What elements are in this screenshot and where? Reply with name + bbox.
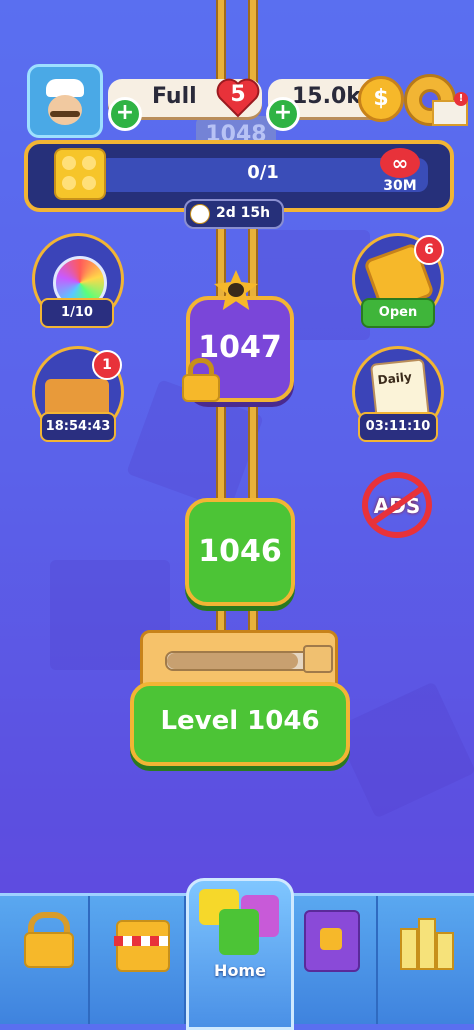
mail-alert-icon: !	[454, 92, 468, 106]
potion-event-label: 1/10	[40, 298, 114, 328]
level-node-current-number: 1046	[198, 534, 282, 569]
clock-icon	[190, 204, 210, 224]
nav-home-tab[interactable]: Home	[186, 878, 294, 1030]
building-blocks-icon	[400, 918, 454, 970]
coins-amount: 15.0k	[292, 84, 361, 109]
avatar[interactable]	[27, 64, 103, 138]
lives-label: Full	[152, 84, 197, 109]
event-timer: 2d 15h	[184, 199, 284, 229]
castle-event-badge: 1	[92, 350, 122, 380]
mail-envelope-icon[interactable]: !	[432, 92, 468, 126]
background-brick-shape	[334, 681, 474, 819]
yellow-brick-icon	[54, 148, 106, 200]
brick-box-open-label[interactable]: Open	[361, 298, 435, 328]
event-reward-label: 30M	[383, 178, 417, 194]
add-lives-button[interactable]: +	[108, 97, 142, 131]
daily-timer: 03:11:10	[358, 412, 438, 442]
event-timer-text: 2d 15h	[216, 205, 271, 221]
coin-icon: $	[358, 76, 404, 122]
nav-build-tab[interactable]	[378, 896, 474, 1024]
daily-title: Daily	[377, 369, 413, 388]
chef-face-icon	[48, 95, 82, 125]
collection-book-icon	[304, 910, 360, 972]
castle-event-timer: 18:54:43	[40, 412, 116, 442]
level-progress-fill	[167, 653, 299, 669]
padlock-icon	[180, 358, 220, 402]
play-level-button[interactable]: Level 1046	[130, 682, 350, 766]
play-level-label: Level 1046	[160, 706, 320, 736]
brick-box-badge: 6	[414, 235, 444, 265]
lives-count: 5	[230, 82, 246, 107]
nav-home-label: Home	[214, 961, 266, 980]
mustache-icon	[50, 111, 80, 117]
nav-lock-tab[interactable]	[0, 896, 88, 1024]
shop-icon	[116, 920, 170, 972]
level-progress-track	[165, 651, 315, 671]
level-node-current[interactable]: 1046	[185, 498, 295, 606]
reward-chest-icon	[303, 645, 333, 673]
add-coins-button[interactable]: +	[266, 97, 300, 131]
no-ads-button[interactable]: ADS	[362, 472, 432, 538]
nav-shop-tab[interactable]	[90, 896, 184, 1024]
nav-collection-tab[interactable]	[290, 896, 376, 1024]
infinity-heart-icon: ∞	[380, 148, 420, 178]
skull-icon	[228, 283, 244, 297]
